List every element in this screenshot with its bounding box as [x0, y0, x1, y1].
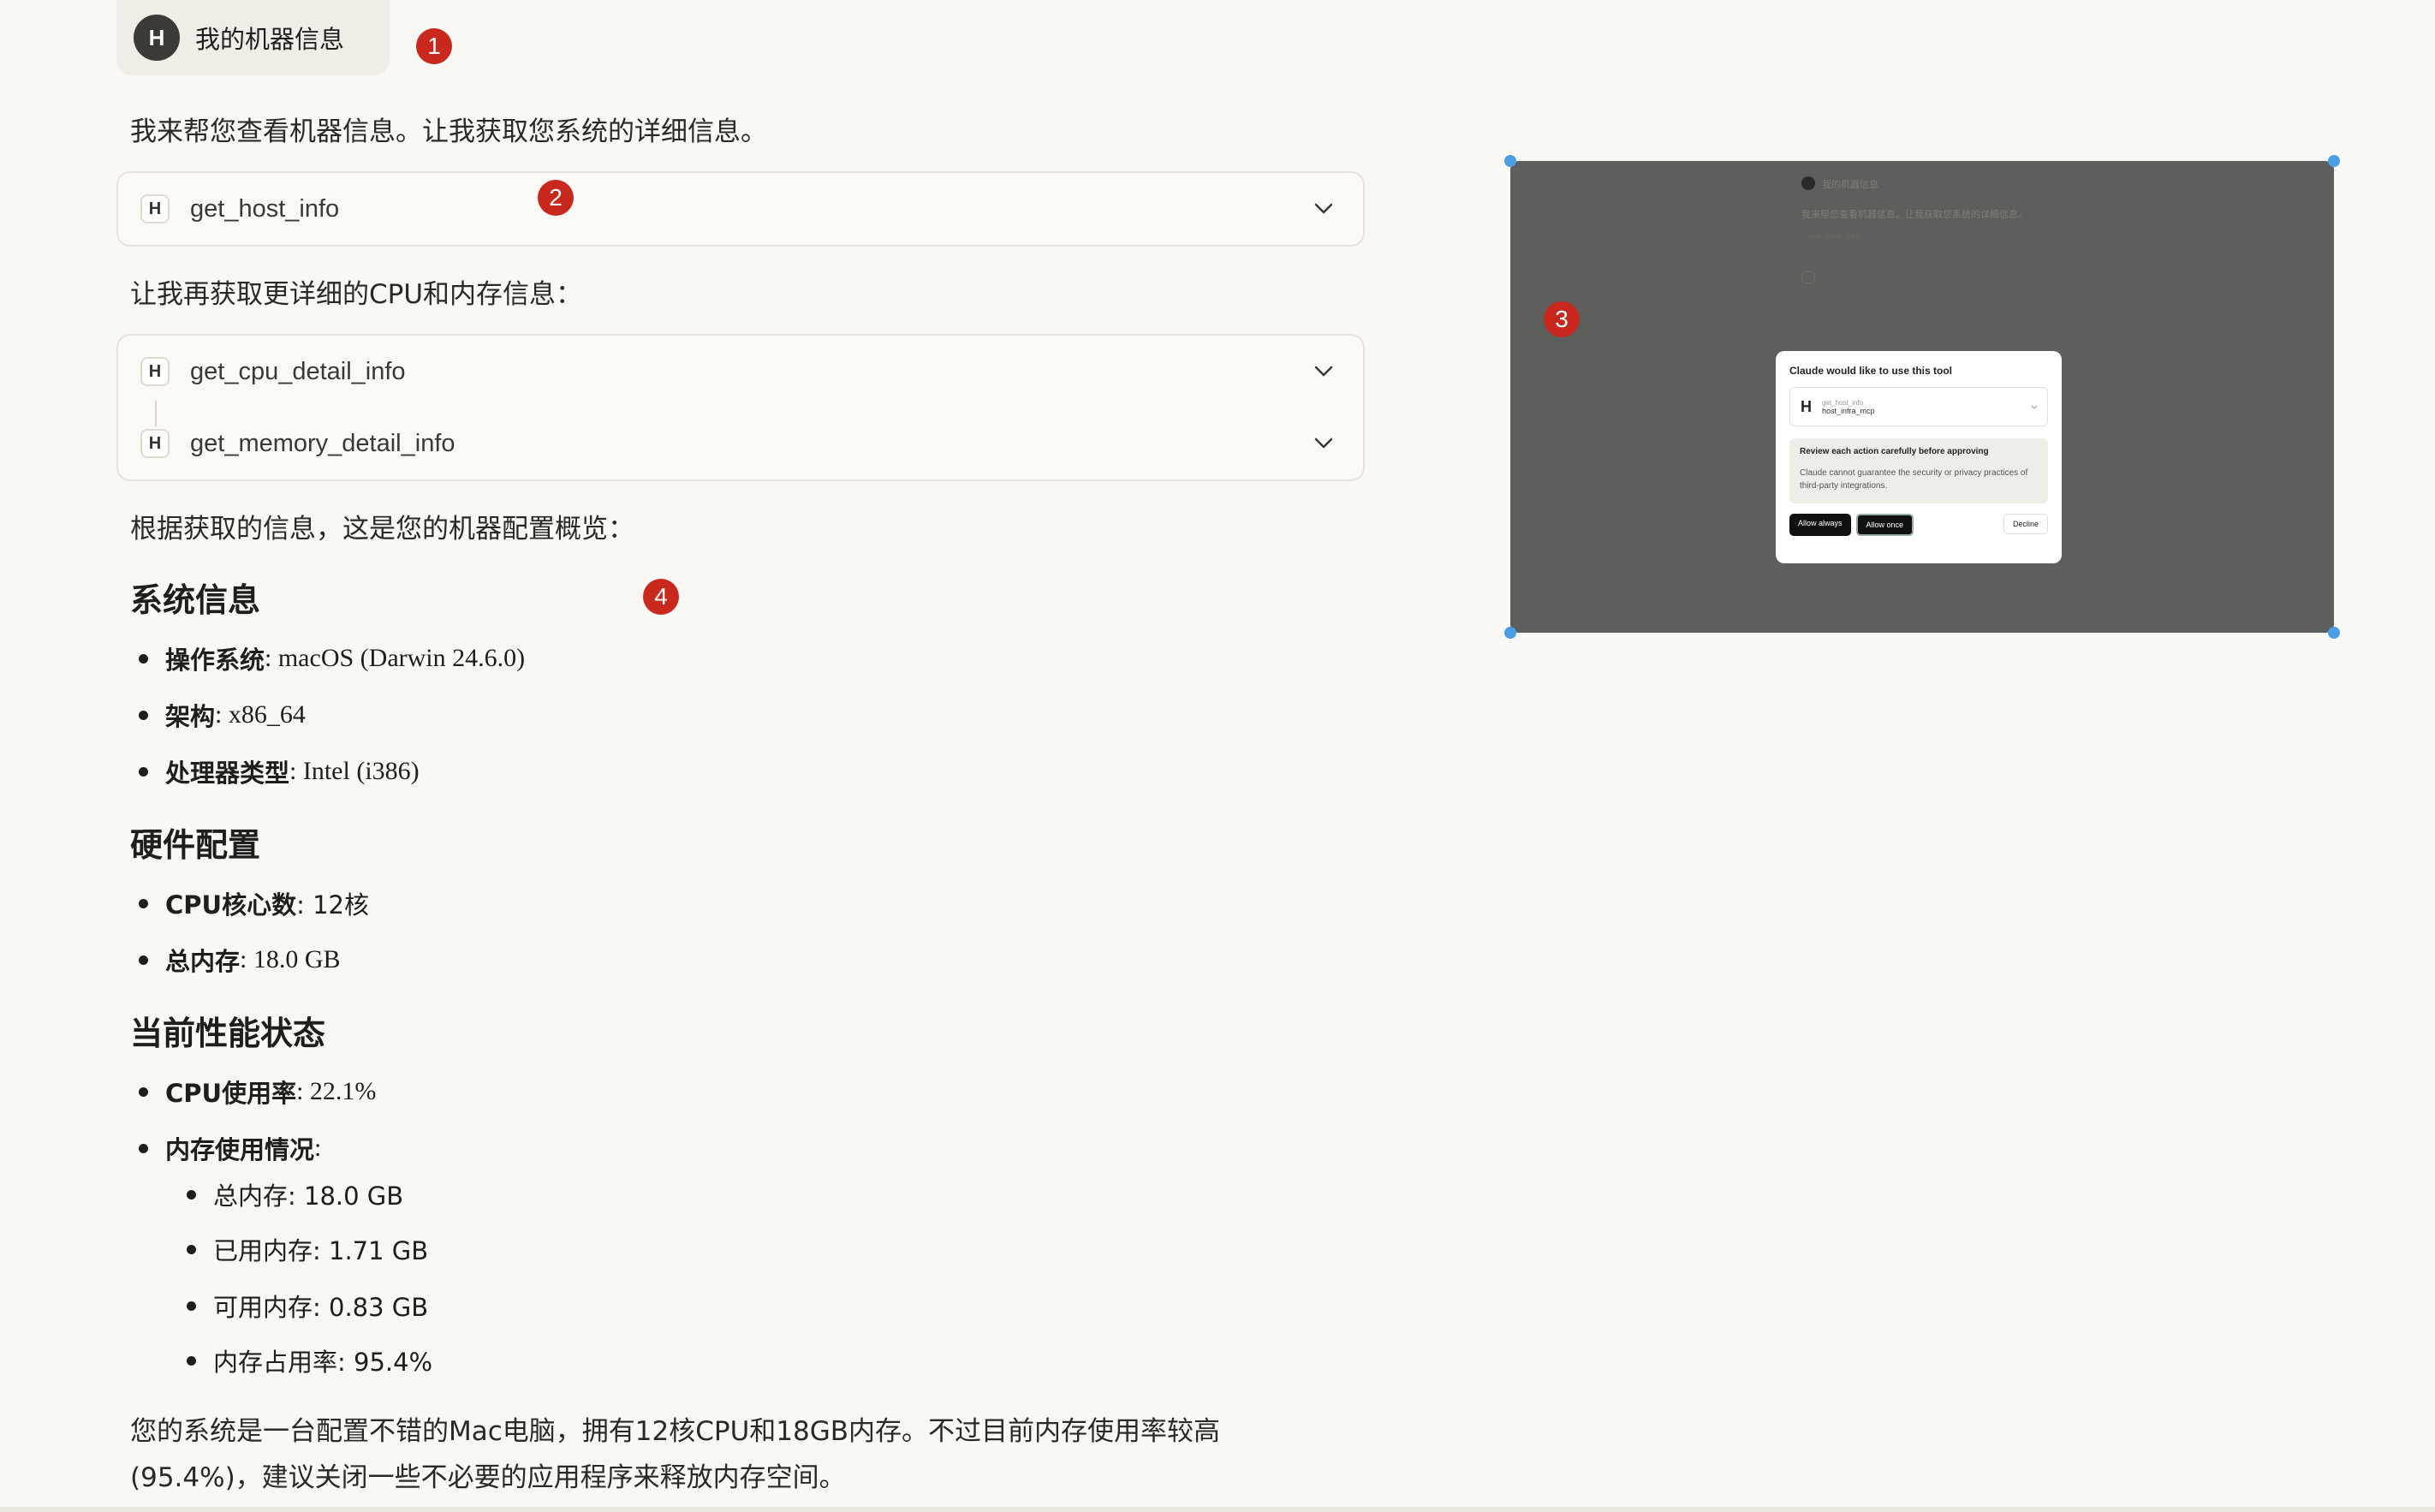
allow-once-button[interactable]: Allow once	[1855, 514, 1914, 536]
user-message-text: 我的机器信息	[195, 25, 345, 54]
tool-call-group-1: H get_host_info	[116, 171, 1365, 247]
warning-text: Claude cannot guarantee the security or …	[1800, 468, 2028, 491]
section-heading-performance: 当前性能状态	[130, 1015, 326, 1052]
chevron-down-icon[interactable]	[1310, 358, 1337, 385]
list-item: CPU核心数 : 12核	[139, 885, 369, 921]
bullet-dot	[139, 710, 148, 720]
sub-item-text: 已用内存: 1.71 GB	[213, 1236, 429, 1265]
allow-always-button[interactable]: Allow always	[1789, 514, 1851, 536]
list-item: CPU使用率 : 22.1%	[139, 1074, 376, 1110]
annotation-badge-4: 4	[643, 579, 679, 615]
section-heading-system: 系统信息	[130, 581, 261, 619]
tool-permission-dialog: Claude would like to use this tool H get…	[1776, 351, 2062, 563]
dialog-tool-name: get_host_info	[1822, 398, 1864, 407]
item-value: : Intel (i386)	[289, 757, 420, 785]
resize-handle-bottom-left[interactable]	[1504, 627, 1516, 639]
thumb-intro-text: 我来帮您查看机器信息。让我获取您系统的详细信息。	[1801, 209, 2027, 220]
assistant-overview-text: 根据获取的信息，这是您的机器配置概览：	[130, 514, 634, 545]
tool-name: get_memory_detail_info	[190, 429, 455, 457]
chevron-down-icon[interactable]	[2030, 403, 2039, 412]
resize-handle-bottom-right[interactable]	[2328, 627, 2340, 639]
chevron-down-icon[interactable]	[1310, 430, 1337, 457]
list-item: 内存使用情况 :	[139, 1130, 321, 1166]
item-value: : x86_64	[215, 700, 306, 729]
sub-list-item: 已用内存: 1.71 GB	[187, 1231, 428, 1267]
sub-item-text: 总内存: 18.0 GB	[213, 1182, 404, 1211]
annotation-badge-3: 3	[1544, 301, 1580, 337]
tool-call-row[interactable]: H get_cpu_detail_info	[118, 336, 1363, 426]
sub-item-text: 可用内存: 0.83 GB	[213, 1293, 429, 1322]
tool-call-row[interactable]: H get_memory_detail_info	[118, 408, 1363, 479]
thumb-tool-name: get_host_info	[1808, 233, 1860, 241]
item-label: 内存使用情况	[165, 1135, 315, 1164]
thumb-avatar	[1801, 176, 1815, 190]
thumb-spinner	[1801, 271, 1815, 284]
bullet-dot	[187, 1301, 196, 1311]
screenshot-thumbnail[interactable]: 我的机器信息 我来帮您查看机器信息。让我获取您系统的详细信息。 get_host…	[1510, 161, 2334, 633]
item-value: : 18.0 GB	[240, 945, 341, 973]
tool-call-group-2: H get_cpu_detail_info H get_memory_detai…	[116, 334, 1365, 481]
sub-list-item: 可用内存: 0.83 GB	[187, 1288, 428, 1324]
item-value: : 12核	[296, 890, 369, 920]
tool-name: get_cpu_detail_info	[190, 357, 406, 385]
assistant-mid-text: 让我再获取更详细的CPU和内存信息：	[130, 279, 583, 310]
bullet-dot	[139, 1143, 148, 1153]
thumb-user-text: 我的机器信息	[1822, 179, 1878, 190]
dialog-server-name: host_infra_mcp	[1822, 406, 1875, 415]
tool-call-row[interactable]: H get_host_info	[118, 173, 1363, 245]
bullet-dot	[139, 1086, 148, 1097]
chat-page: H 我的机器信息 1 我来帮您查看机器信息。让我获取您系统的详细信息。 H ge…	[0, 0, 2435, 1512]
item-label: 总内存	[165, 947, 241, 976]
item-label: CPU使用率	[165, 1079, 297, 1108]
warning-title: Review each action carefully before appr…	[1800, 447, 1989, 456]
user-avatar: H	[134, 15, 180, 61]
list-item: 架构 : x86_64	[139, 697, 306, 733]
item-value: : macOS (Darwin 24.6.0)	[265, 644, 526, 672]
chevron-down-icon[interactable]	[1310, 195, 1337, 223]
annotation-badge-2: 2	[538, 180, 574, 216]
item-label: 操作系统	[165, 646, 265, 675]
dialog-buttons: Allow always Allow once Decline	[1789, 514, 2048, 536]
sub-list-item: 总内存: 18.0 GB	[187, 1176, 403, 1212]
assistant-intro: 我来帮您查看机器信息。让我获取您系统的详细信息。	[130, 116, 767, 147]
list-item: 总内存 : 18.0 GB	[139, 942, 341, 978]
tool-name: get_host_info	[190, 194, 340, 223]
bullet-dot	[187, 1244, 196, 1254]
tool-server-icon: H	[140, 429, 170, 458]
bullet-dot	[187, 1189, 196, 1199]
resize-handle-top-right[interactable]	[2328, 155, 2340, 167]
item-label: CPU核心数	[165, 890, 297, 920]
list-item: 操作系统 : macOS (Darwin 24.6.0)	[139, 640, 525, 676]
bullet-dot	[139, 653, 148, 664]
sub-list-item: 内存占用率: 95.4%	[187, 1342, 432, 1378]
tool-server-icon: H	[140, 357, 170, 386]
resize-handle-top-left[interactable]	[1504, 155, 1516, 167]
tool-server-icon: H	[1801, 397, 1812, 415]
bottom-divider	[0, 1507, 2435, 1512]
decline-button[interactable]: Decline	[2003, 514, 2048, 534]
bullet-dot	[139, 766, 148, 777]
list-item: 处理器类型 : Intel (i386)	[139, 753, 420, 789]
bullet-dot	[139, 955, 148, 965]
user-message: H 我的机器信息	[116, 0, 390, 75]
item-value: :	[314, 1134, 322, 1162]
dialog-tool-row[interactable]: H get_host_info host_infra_mcp	[1789, 387, 2048, 426]
dialog-warning: Review each action carefully before appr…	[1789, 438, 2048, 503]
item-label: 架构	[165, 702, 216, 731]
item-label: 处理器类型	[165, 759, 290, 788]
sub-item-text: 内存占用率: 95.4%	[213, 1348, 433, 1377]
bullet-dot	[139, 898, 148, 908]
section-heading-hardware: 硬件配置	[130, 826, 261, 864]
bullet-dot	[187, 1355, 196, 1366]
item-value: : 22.1%	[296, 1077, 377, 1105]
assistant-summary: 您的系统是一台配置不错的Mac电脑，拥有12核CPU和18GB内存。不过目前内存…	[130, 1416, 1220, 1493]
tool-server-icon: H	[140, 194, 170, 223]
dialog-title: Claude would like to use this tool	[1789, 365, 1953, 377]
annotation-badge-1: 1	[416, 28, 452, 64]
